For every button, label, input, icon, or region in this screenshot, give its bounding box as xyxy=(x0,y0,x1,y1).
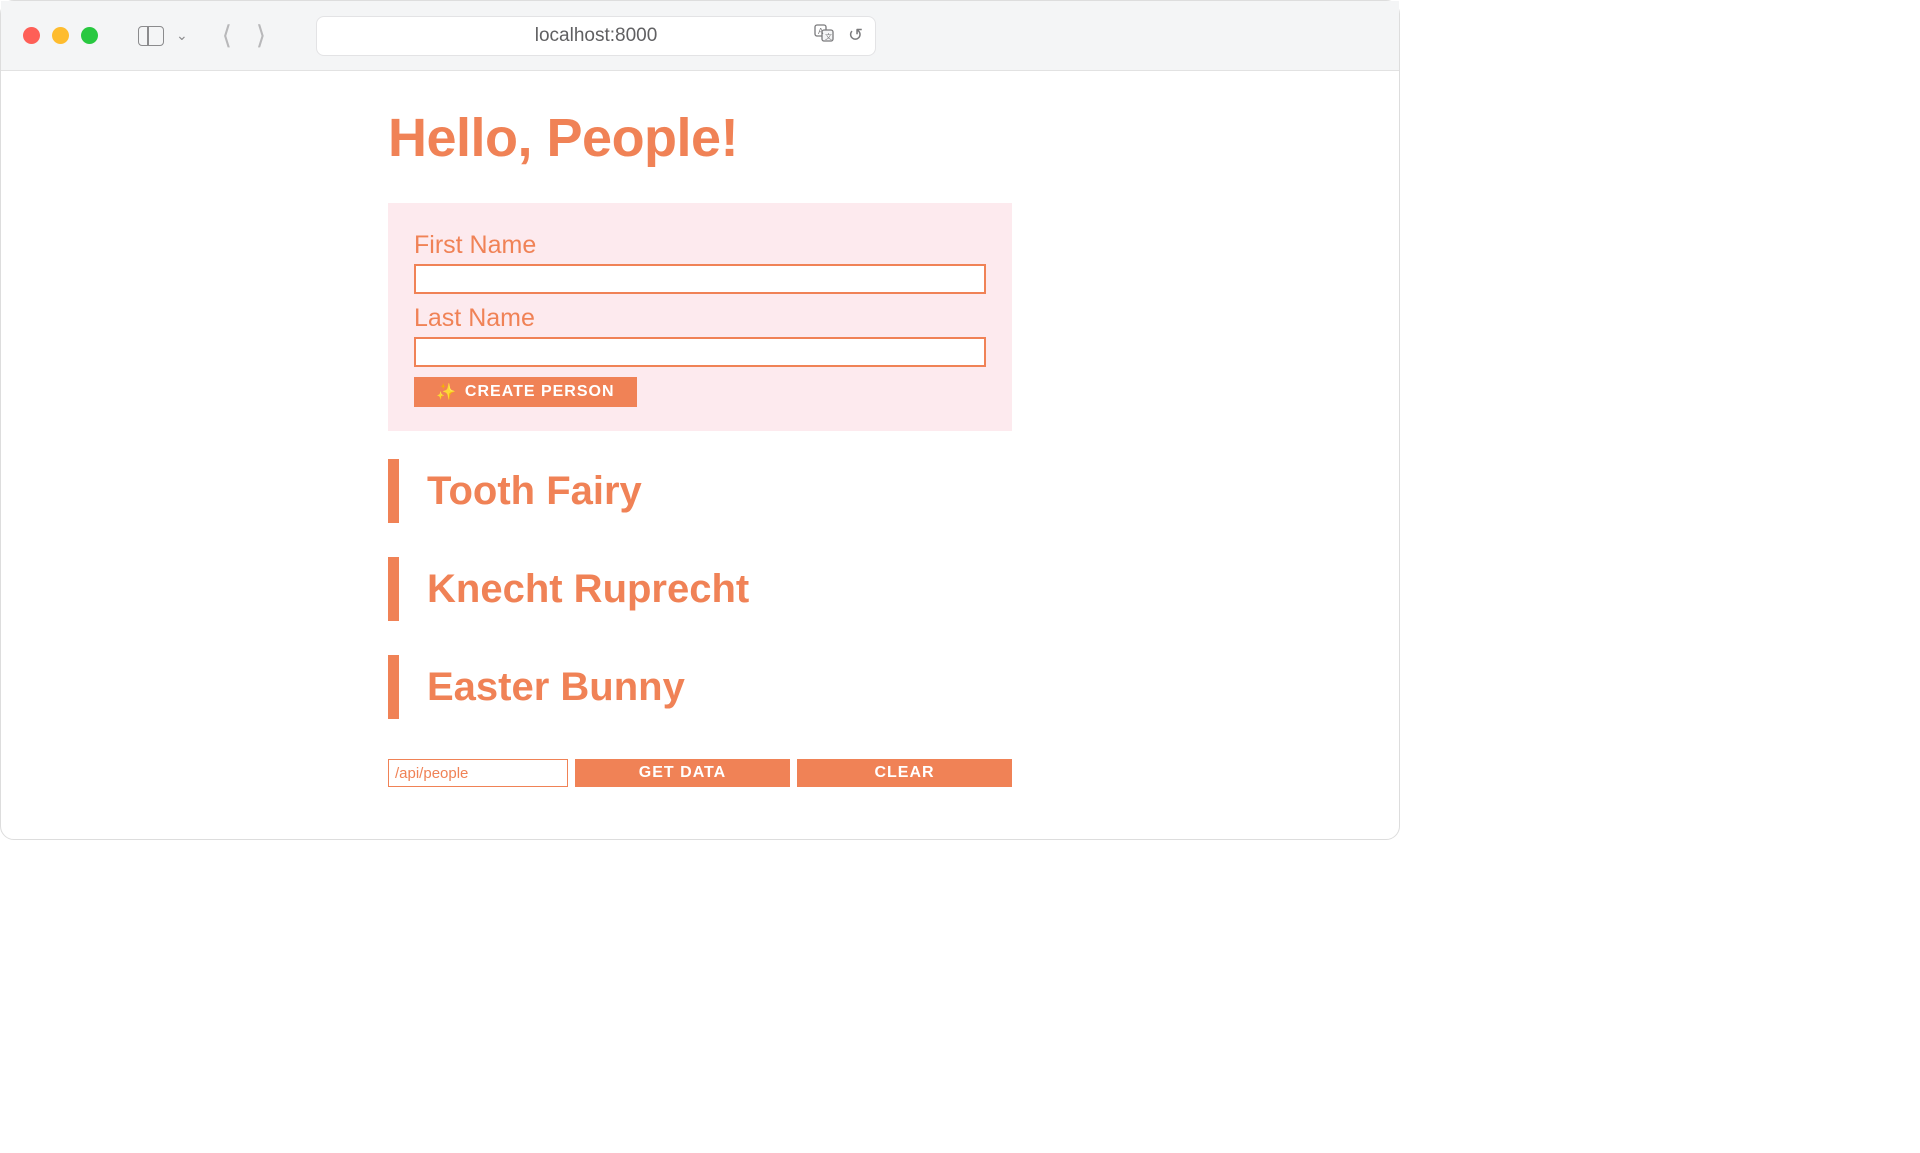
clear-button[interactable]: CLEAR xyxy=(797,759,1012,787)
window-controls xyxy=(23,27,98,44)
list-item: Easter Bunny xyxy=(388,655,1012,719)
browser-chrome: ⌄ ⟨ ⟩ localhost:8000 A 文 ↻ xyxy=(1,1,1399,71)
api-controls: GET DATA CLEAR xyxy=(388,759,1012,787)
close-window-button[interactable] xyxy=(23,27,40,44)
svg-text:文: 文 xyxy=(825,32,832,41)
person-name: Knecht Ruprecht xyxy=(427,567,749,612)
page-body: Hello, People! First Name Last Name ✨ CR… xyxy=(1,71,1399,787)
first-name-input[interactable] xyxy=(414,264,986,294)
list-item: Knecht Ruprecht xyxy=(388,557,1012,621)
person-name: Tooth Fairy xyxy=(427,469,642,514)
reload-icon[interactable]: ↻ xyxy=(848,25,863,46)
accent-bar xyxy=(388,459,399,523)
forward-button[interactable]: ⟩ xyxy=(256,20,266,51)
last-name-input[interactable] xyxy=(414,337,986,367)
list-item: Tooth Fairy xyxy=(388,459,1012,523)
sidebar-toggle-icon[interactable] xyxy=(138,26,164,46)
last-name-label: Last Name xyxy=(414,304,986,333)
back-button[interactable]: ⟨ xyxy=(222,20,232,51)
api-endpoint-input[interactable] xyxy=(388,759,568,787)
create-person-form: First Name Last Name ✨ CREATE PERSON xyxy=(388,203,1012,431)
create-person-button-label: CREATE PERSON xyxy=(465,383,615,401)
nav-arrows: ⟨ ⟩ xyxy=(222,20,266,51)
toolbar-left: ⌄ xyxy=(138,26,192,46)
person-name: Easter Bunny xyxy=(427,665,685,710)
accent-bar xyxy=(388,557,399,621)
page-title: Hello, People! xyxy=(388,107,1012,169)
url-text: localhost:8000 xyxy=(535,25,658,47)
minimize-window-button[interactable] xyxy=(52,27,69,44)
url-bar[interactable]: localhost:8000 A 文 ↻ xyxy=(316,16,876,56)
create-person-button[interactable]: ✨ CREATE PERSON xyxy=(414,377,637,407)
sparkle-icon: ✨ xyxy=(436,382,457,402)
translate-icon[interactable]: A 文 xyxy=(814,24,834,47)
chevron-down-icon[interactable]: ⌄ xyxy=(172,27,192,44)
people-list: Tooth Fairy Knecht Ruprecht Easter Bunny xyxy=(388,459,1012,719)
svg-text:A: A xyxy=(818,27,824,36)
get-data-button[interactable]: GET DATA xyxy=(575,759,790,787)
maximize-window-button[interactable] xyxy=(81,27,98,44)
first-name-label: First Name xyxy=(414,231,986,260)
accent-bar xyxy=(388,655,399,719)
